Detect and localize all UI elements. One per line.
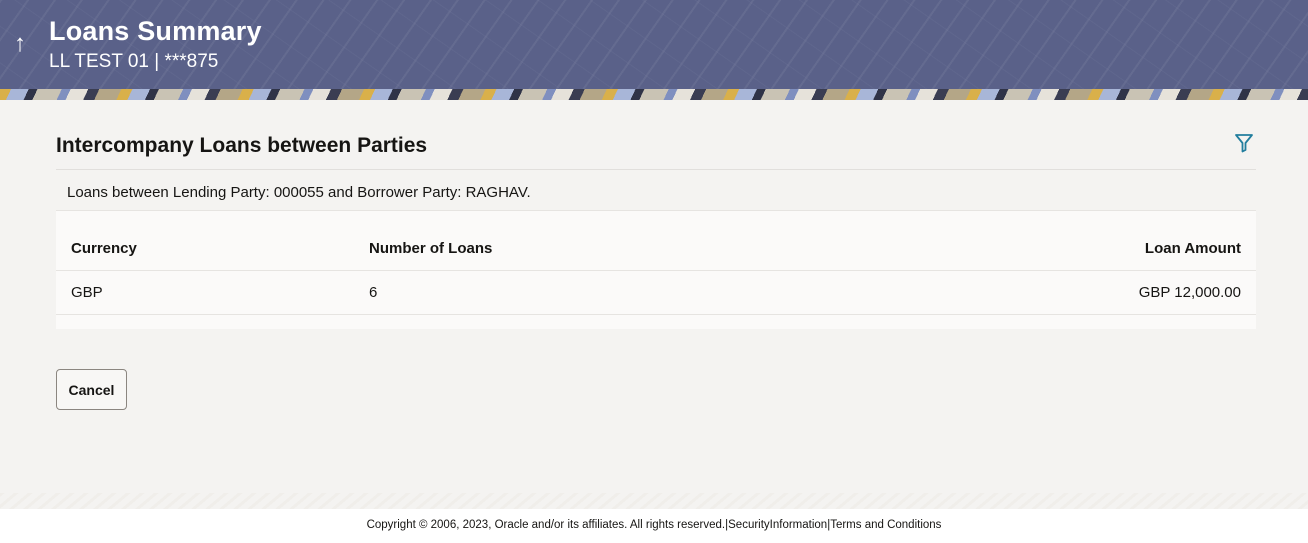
loans-info-text: Loans between Lending Party: 000055 and … (67, 184, 531, 201)
filter-icon[interactable] (1233, 132, 1255, 154)
cell-loan-amount: GBP 12,000.00 (1138, 284, 1241, 301)
up-arrow-icon[interactable]: ↑ (9, 30, 31, 58)
terms-and-conditions-link[interactable]: Terms and Conditions (830, 519, 941, 531)
main-content: Intercompany Loans between Parties Loans… (0, 100, 1308, 495)
section-divider (56, 169, 1256, 170)
cell-currency: GBP (71, 284, 103, 301)
security-information-link[interactable]: SecurityInformation (728, 519, 827, 531)
column-header-loan-amount[interactable]: Loan Amount (1145, 240, 1241, 257)
page-header: ↑ Loans Summary LL TEST 01 | ***875 (0, 0, 1308, 100)
page-subtitle: LL TEST 01 | ***875 (49, 51, 219, 72)
column-header-currency[interactable]: Currency (71, 240, 137, 257)
cancel-button[interactable]: Cancel (56, 369, 127, 410)
page-footer: Copyright © 2006, 2023, Oracle and/or it… (0, 509, 1308, 543)
header-decorative-stripe (0, 89, 1308, 100)
header-row-divider (56, 270, 1256, 271)
section-title: Intercompany Loans between Parties (56, 134, 428, 157)
page-title: Loans Summary (49, 16, 262, 46)
footer-texture (0, 493, 1308, 509)
cell-number-of-loans: 6 (369, 284, 378, 301)
column-header-number-of-loans[interactable]: Number of Loans (369, 240, 492, 257)
header-texture (0, 0, 1308, 100)
row-divider (56, 314, 1256, 315)
footer-content: Copyright © 2006, 2023, Oracle and/or it… (0, 519, 1308, 531)
copyright-text: Copyright © 2006, 2023, Oracle and/or it… (366, 519, 726, 531)
loans-table: Currency Number of Loans Loan Amount GBP… (56, 210, 1256, 329)
